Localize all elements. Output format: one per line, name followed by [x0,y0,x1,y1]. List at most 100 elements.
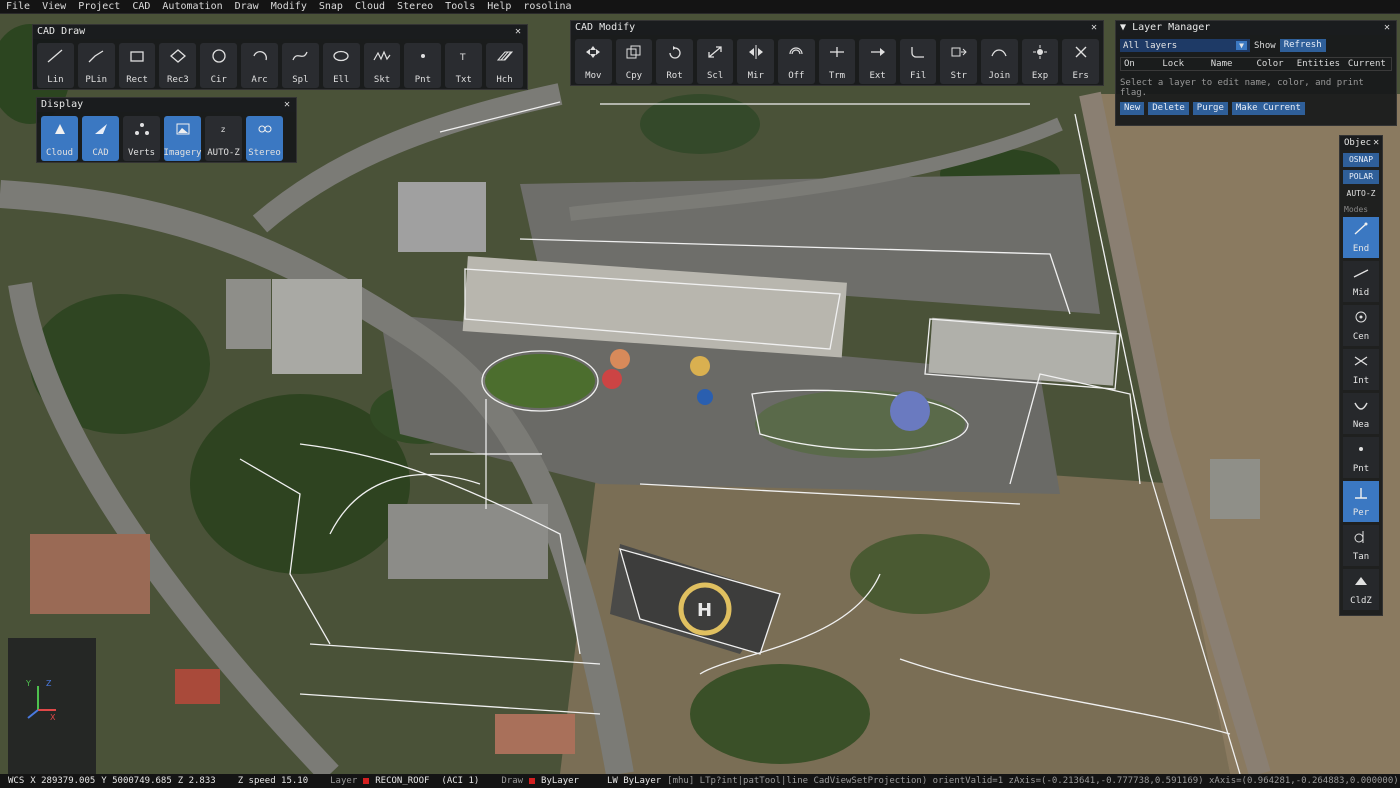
menu-modify[interactable]: Modify [265,0,313,14]
text-icon: T [454,48,474,64]
menu-draw[interactable]: Draw [229,0,265,14]
collapse-triangle-icon[interactable]: ▼ [1120,22,1126,33]
purge-button[interactable]: Purge [1192,102,1228,115]
osnap-toggle[interactable]: OSNAP [1343,153,1379,167]
draw-rec3-button[interactable]: Rec3 [159,43,197,88]
snap-cen-button[interactable]: Cen [1343,305,1379,346]
tool-label: Exp [1031,71,1049,81]
snap-nea-button[interactable]: Nea [1343,393,1379,434]
join-icon [989,44,1009,60]
layer-aci: (ACI 1) [441,776,480,786]
snap-mid-button[interactable]: Mid [1343,261,1379,302]
verts-icon [132,121,152,137]
center-icon [1351,309,1371,328]
circle-icon [209,48,229,64]
modify-trm-button[interactable]: Trm [818,39,856,84]
explode-icon [1030,44,1050,60]
snap-mode-label: Int [1352,376,1370,386]
snap-per-button[interactable]: Per [1343,481,1379,522]
svg-text:z: z [221,125,225,134]
modify-exp-button[interactable]: Exp [1021,39,1059,84]
draw-arc-button[interactable]: Arc [241,43,278,88]
menu-view[interactable]: View [36,0,72,14]
mirror-icon [746,44,766,60]
column-entities[interactable]: Entities [1294,59,1342,69]
menu-automation[interactable]: Automation [156,0,228,14]
modify-str-button[interactable]: Str [940,39,978,84]
draw-color[interactable]: ByLayer [529,776,585,786]
cad-draw-close-icon[interactable]: ✕ [513,25,523,39]
draw-cir-button[interactable]: Cir [200,43,238,88]
column-on[interactable]: On [1121,59,1149,69]
snap-mode-label: Nea [1352,420,1370,430]
svg-text:Y: Y [25,679,31,688]
snap-cldz-button[interactable]: CldZ [1343,569,1379,610]
cad-modify-title: CAD Modify [575,22,636,33]
menu-rosolina[interactable]: rosolina [517,0,577,14]
column-current[interactable]: Current [1343,59,1391,69]
menu-tools[interactable]: Tools [439,0,481,14]
column-lock[interactable]: Lock [1149,59,1197,69]
snap-end-button[interactable]: End [1343,217,1379,258]
menu-stereo[interactable]: Stereo [391,0,439,14]
draw-skt-button[interactable]: Skt [363,43,401,88]
new-button[interactable]: New [1120,102,1145,115]
draw-hch-button[interactable]: Hch [486,43,523,88]
layer-filter-select[interactable]: All layers ▼ [1120,39,1250,52]
modify-mir-button[interactable]: Mir [737,39,775,84]
modify-ers-button[interactable]: Ers [1062,39,1099,84]
modify-off-button[interactable]: Off [778,39,815,84]
column-name[interactable]: Name [1197,59,1245,69]
modify-cpy-button[interactable]: Cpy [615,39,653,84]
snap-pnt-button[interactable]: Pnt [1343,437,1379,478]
modify-scl-button[interactable]: Scl [696,39,734,84]
menu-snap[interactable]: Snap [313,0,349,14]
display-cloud-button[interactable]: Cloud [41,116,78,161]
tool-label: Rect [126,75,148,85]
layer-manager-close-icon[interactable]: ✕ [1382,21,1392,35]
modify-rot-button[interactable]: Rot [656,39,693,84]
auto-z-toggle[interactable]: AUTO-Z [1343,187,1379,201]
current-layer[interactable]: RECON_ROOF [363,776,435,786]
cad-modify-close-icon[interactable]: ✕ [1089,21,1099,35]
menu-cloud[interactable]: Cloud [349,0,391,14]
tool-label: Cpy [625,71,643,81]
display-autoz-button[interactable]: z AUTO-Z [205,116,242,161]
draw-rect-button[interactable]: Rect [118,43,156,88]
display-cad-button[interactable]: CAD [82,116,119,161]
debug-readout: [mhu] LTp?int|patTool|line CadViewSetPro… [667,776,1399,786]
menu-project[interactable]: Project [72,0,126,14]
draw-txt-button[interactable]: T Txt [445,43,483,88]
display-close-icon[interactable]: ✕ [282,98,292,112]
tool-label: Ell [333,75,350,85]
draw-ell-button[interactable]: Ell [322,43,360,88]
menu-file[interactable]: File [0,0,36,14]
display-verts-button[interactable]: Verts [123,116,160,161]
modify-ext-button[interactable]: Ext [859,39,896,84]
draw-spl-button[interactable]: Spl [281,43,319,88]
z-coordinate: Z 2.833 [177,776,216,786]
modify-fil-button[interactable]: Fil [899,39,937,84]
snap-tan-button[interactable]: Tan [1343,525,1379,566]
snap-int-button[interactable]: Int [1343,349,1379,390]
refresh-button[interactable]: Refresh [1279,39,1326,52]
menu-help[interactable]: Help [481,0,517,14]
cad-draw-title: CAD Draw [37,26,86,37]
snap-close-icon[interactable]: ✕ [1371,136,1381,150]
column-color[interactable]: Color [1246,59,1294,69]
draw-pnt-button[interactable]: Pnt [404,43,442,88]
modify-mov-button[interactable]: Mov [575,39,612,84]
tool-label: Mov [585,71,602,81]
lineweight[interactable]: LW ByLayer [607,776,661,786]
menu-cad[interactable]: CAD [126,0,156,14]
display-stereo-button[interactable]: Stereo [246,116,283,161]
tool-label: Trm [828,71,846,81]
display-imagery-button[interactable]: Imagery [164,116,201,161]
polar-toggle[interactable]: POLAR [1343,170,1379,184]
draw-plin-button[interactable]: PLin [77,43,115,88]
snap-mode-label: CldZ [1350,596,1372,606]
draw-lin-button[interactable]: Lin [37,43,74,88]
modify-join-button[interactable]: Join [981,39,1018,84]
delete-button[interactable]: Delete [1148,102,1189,115]
make-current-button[interactable]: Make Current [1231,102,1305,115]
